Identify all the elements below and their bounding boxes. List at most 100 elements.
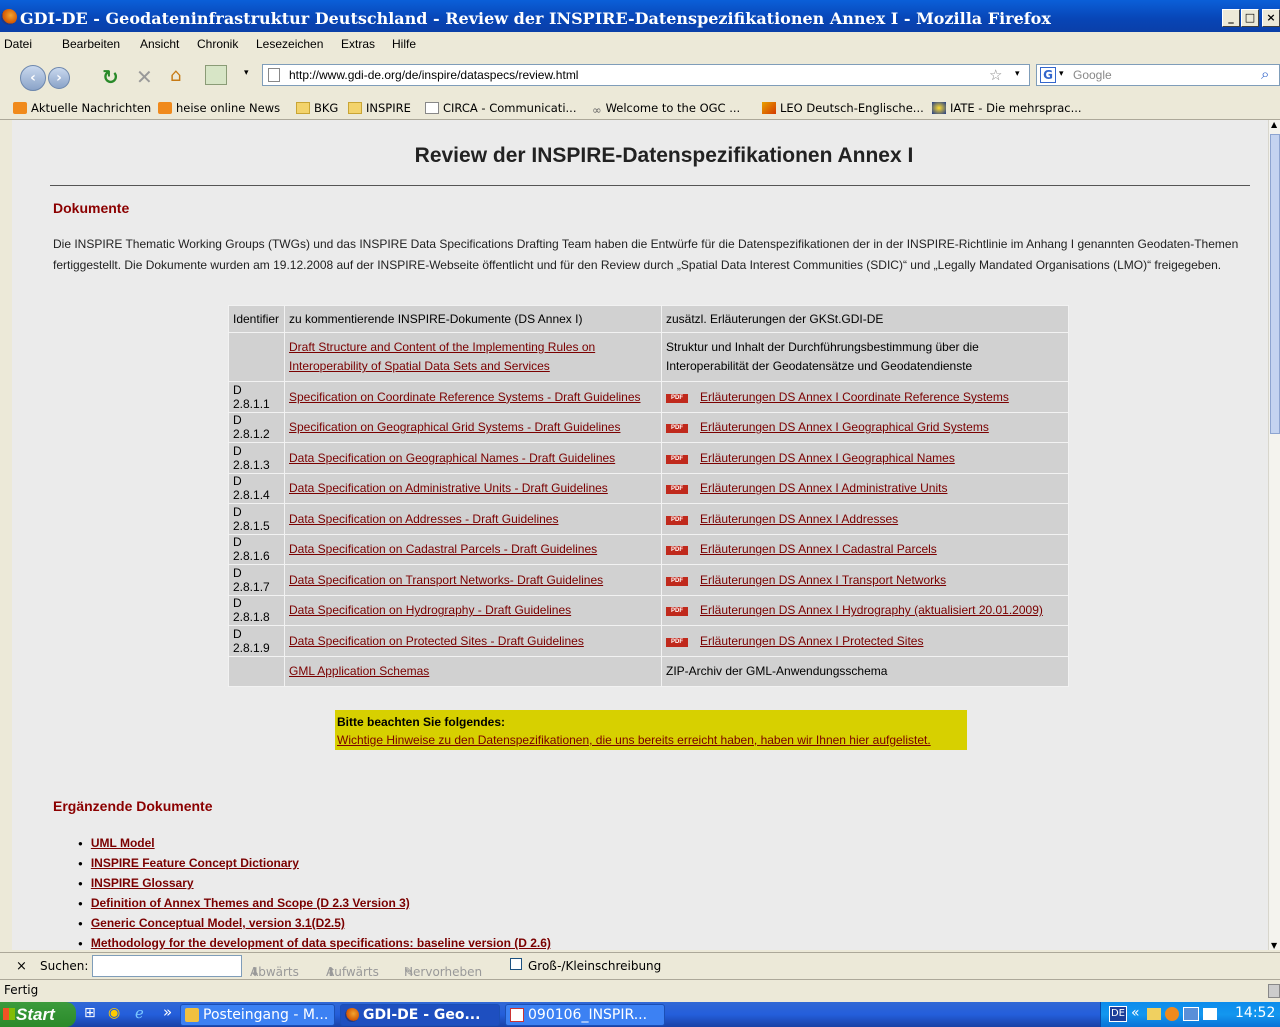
find-next-label: Abwärts [250, 965, 299, 979]
notice-link[interactable]: Wichtige Hinweise zu den Datenspezifikat… [337, 733, 931, 747]
menu-chronik[interactable]: Chronik [197, 37, 238, 51]
url-dropdown-icon[interactable]: ▾ [1015, 69, 1020, 79]
document-link[interactable]: Data Specification on Administrative Uni… [289, 481, 608, 495]
menu-bearbeiten[interactable]: Bearbeiten [62, 37, 120, 51]
search-engine-dropdown-icon[interactable]: ▾ [1059, 69, 1064, 79]
document-link[interactable]: Data Specification on Addresses - Draft … [289, 512, 558, 526]
row-identifier: D 2.8.1.6 [229, 534, 284, 564]
search-placeholder: Google [1073, 68, 1112, 82]
supplementary-link[interactable]: INSPIRE Feature Concept Dictionary [91, 856, 299, 870]
document-link[interactable]: Data Specification on Transport Networks… [289, 573, 603, 587]
row-note: ZIP-Archiv der GML-Anwendungsschema [662, 656, 1068, 686]
quicklaunch-icon[interactable]: ⊞ [84, 1005, 96, 1021]
ie-icon[interactable]: ℯ [135, 1004, 144, 1022]
mail-tray-icon[interactable] [1147, 1008, 1161, 1020]
explanation-link[interactable]: Erläuterungen DS Annex I Coordinate Refe… [700, 390, 1009, 404]
maximize-button[interactable]: □ [1241, 9, 1259, 27]
supplementary-link[interactable]: UML Model [91, 836, 155, 850]
screenshot-icon[interactable] [205, 65, 227, 85]
bookmark-item[interactable]: BKG [296, 101, 338, 115]
close-button[interactable]: × [1262, 9, 1280, 27]
resize-grip-icon[interactable] [1268, 984, 1280, 998]
title-bar: GDI-DE - Geodateninfrastruktur Deutschla… [0, 0, 1280, 32]
highlight-label: Hervorheben [404, 965, 483, 979]
match-case-checkbox[interactable] [510, 958, 522, 970]
search-icon[interactable]: ⌕ [1261, 65, 1269, 83]
bookmark-item[interactable]: IATE - Die mehrsprac... [932, 101, 1082, 115]
menu-datei[interactable]: Datei [4, 37, 32, 51]
start-button[interactable]: Start [0, 1002, 76, 1027]
bookmark-item[interactable]: Aktuelle Nachrichten [13, 101, 151, 115]
vertical-scrollbar[interactable]: ▲ ▼ [1268, 120, 1280, 950]
pdf-icon: PDF [666, 485, 688, 495]
document-link[interactable]: Data Specification on Protected Sites - … [289, 634, 584, 648]
stop-icon[interactable]: ✕ [136, 65, 153, 89]
outlook-tray-icon[interactable] [1165, 1007, 1179, 1021]
bookmark-item[interactable]: heise online News [158, 101, 280, 115]
supplementary-link[interactable]: Generic Conceptual Model, version 3.1(D2… [91, 916, 345, 930]
firefox-icon [1, 9, 17, 25]
find-bar: × Suchen: ⬇ Abwärts ⬆ Aufwärts ✎ Hervorh… [0, 952, 1280, 979]
bookmark-item[interactable]: INSPIRE [348, 101, 411, 115]
document-link[interactable]: GML Application Schemas [289, 664, 429, 678]
find-input[interactable] [92, 955, 242, 977]
minimize-button[interactable]: _ [1222, 9, 1240, 27]
explanation-link[interactable]: Erläuterungen DS Annex I Cadastral Parce… [700, 542, 937, 556]
task-firefox[interactable]: GDI-DE - Geo... [340, 1004, 500, 1026]
menu-ansicht[interactable]: Ansicht [140, 37, 179, 51]
supplementary-link[interactable]: Definition of Annex Themes and Scope (D … [91, 896, 410, 910]
explanation-link[interactable]: Erläuterungen DS Annex I Geographical Gr… [700, 420, 989, 434]
explanation-link[interactable]: Erläuterungen DS Annex I Hydrography (ak… [700, 603, 1043, 617]
url-text[interactable]: http://www.gdi-de.org/de/inspire/dataspe… [289, 68, 578, 82]
row-identifier: D 2.8.1.1 [229, 382, 284, 412]
folder-icon [348, 102, 362, 114]
quicklaunch-chevron[interactable]: » [163, 1003, 172, 1021]
list-item: Methodology for the development of data … [78, 933, 551, 950]
scroll-up-icon[interactable]: ▲ [1271, 120, 1277, 129]
find-prev-label: Aufwärts [326, 965, 379, 979]
bookmark-item[interactable]: CIRCA - Communicati... [425, 101, 576, 115]
reload-icon[interactable]: ↻ [102, 65, 119, 89]
document-link[interactable]: Data Specification on Hydrography - Draf… [289, 603, 571, 617]
explanation-link[interactable]: Erläuterungen DS Annex I Transport Netwo… [700, 573, 946, 587]
pdf-icon: PDF [666, 576, 688, 586]
task-outlook[interactable]: Posteingang - M... [180, 1004, 335, 1026]
url-bar[interactable]: http://www.gdi-de.org/de/inspire/dataspe… [262, 64, 1030, 86]
forward-icon[interactable]: › [48, 67, 70, 89]
header-documents: zu kommentierende INSPIRE-Dokumente (DS … [285, 306, 661, 332]
display-tray-icon[interactable] [1203, 1008, 1217, 1020]
dropdown-icon[interactable]: ▾ [244, 68, 249, 78]
document-link[interactable]: Data Specification on Geographical Names… [289, 451, 615, 465]
bookmark-star-icon[interactable]: ☆ [989, 66, 1002, 84]
explanation-link[interactable]: Erläuterungen DS Annex I Addresses [700, 512, 898, 526]
back-icon[interactable]: ‹ [20, 65, 46, 91]
document-link[interactable]: Draft Structure and Content of the Imple… [289, 340, 595, 373]
tray-chevron[interactable]: « [1131, 1005, 1140, 1021]
task-label: Posteingang - M... [203, 1007, 329, 1023]
quicklaunch-icon[interactable]: ◉ [108, 1005, 120, 1021]
explanation-link[interactable]: Erläuterungen DS Annex I Administrative … [700, 481, 947, 495]
bookmark-item[interactable]: ∞ Welcome to the OGC ... [592, 101, 740, 117]
scrollbar-thumb[interactable] [1270, 134, 1280, 434]
menu-lesezeichen[interactable]: Lesezeichen [256, 37, 323, 51]
language-indicator[interactable]: DE [1109, 1006, 1127, 1022]
document-link[interactable]: Data Specification on Cadastral Parcels … [289, 542, 597, 556]
explanation-link[interactable]: Erläuterungen DS Annex I Geographical Na… [700, 451, 955, 465]
table-row: D 2.8.1.3 Data Specification on Geograph… [229, 443, 1068, 473]
home-icon[interactable]: ⌂ [170, 65, 181, 86]
document-link[interactable]: Specification on Coordinate Reference Sy… [289, 390, 641, 404]
findbar-close-icon[interactable]: × [16, 959, 27, 974]
google-icon[interactable]: G [1040, 67, 1056, 83]
header-identifier: Identifier [229, 306, 284, 332]
explanation-link[interactable]: Erläuterungen DS Annex I Protected Sites [700, 634, 923, 648]
document-link[interactable]: Specification on Geographical Grid Syste… [289, 420, 620, 434]
bookmark-item[interactable]: LEO Deutsch-Englische... [762, 101, 924, 115]
supplementary-link[interactable]: INSPIRE Glossary [91, 876, 194, 890]
task-document[interactable]: 090106_INSPIR... [505, 1004, 665, 1026]
supplementary-link[interactable]: Methodology for the development of data … [91, 936, 551, 950]
search-bar[interactable]: G ▾ Google ⌕ [1036, 64, 1280, 86]
network-tray-icon[interactable] [1183, 1007, 1199, 1021]
menu-extras[interactable]: Extras [341, 37, 375, 51]
menu-hilfe[interactable]: Hilfe [392, 37, 416, 51]
scroll-down-icon[interactable]: ▼ [1271, 941, 1277, 950]
